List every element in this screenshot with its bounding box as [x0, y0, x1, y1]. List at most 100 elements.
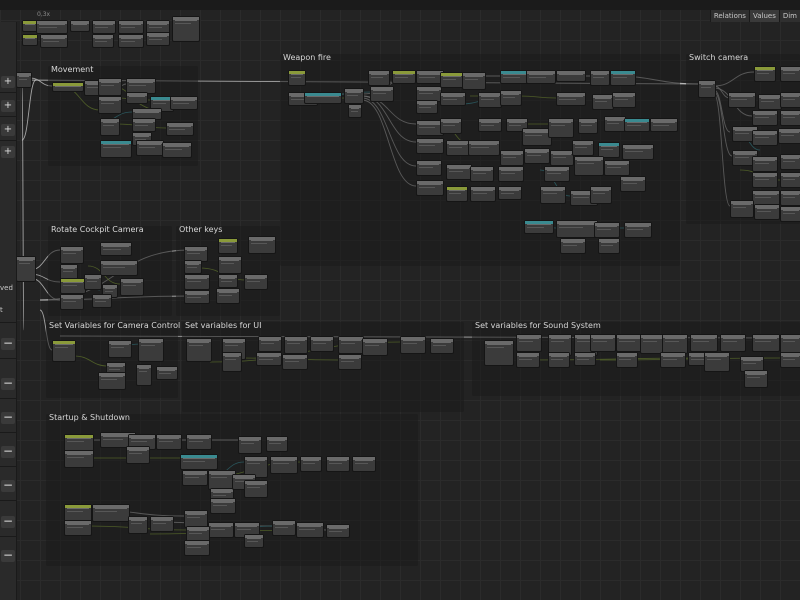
graph-node[interactable] — [624, 118, 650, 132]
graph-node[interactable] — [548, 352, 570, 368]
graph-node[interactable] — [92, 34, 114, 48]
graph-node[interactable] — [780, 352, 800, 368]
graph-node[interactable] — [698, 80, 716, 98]
graph-node[interactable] — [362, 338, 388, 356]
graph-node[interactable] — [446, 140, 470, 156]
graph-node[interactable] — [780, 110, 800, 126]
graph-node[interactable] — [126, 446, 150, 464]
graph-node[interactable] — [186, 338, 212, 362]
graph-node[interactable] — [120, 278, 144, 296]
add-button[interactable]: + — [1, 124, 15, 136]
graph-node[interactable] — [128, 516, 148, 534]
graph-node[interactable] — [624, 222, 652, 238]
graph-node[interactable] — [238, 436, 262, 454]
graph-node[interactable] — [60, 278, 86, 294]
graph-node[interactable] — [556, 220, 598, 238]
graph-node[interactable] — [478, 92, 502, 108]
graph-node[interactable] — [184, 290, 210, 304]
graph-node[interactable] — [338, 354, 362, 370]
graph-node[interactable] — [590, 186, 612, 204]
graph-node[interactable] — [754, 204, 780, 220]
graph-node[interactable] — [100, 140, 132, 158]
graph-node[interactable] — [560, 238, 586, 254]
graph-node[interactable] — [780, 190, 800, 206]
graph-node[interactable] — [256, 352, 282, 366]
graph-node[interactable] — [622, 144, 654, 160]
graph-node[interactable] — [594, 222, 620, 238]
graph-node[interactable] — [156, 366, 178, 380]
graph-node[interactable] — [440, 118, 462, 134]
graph-node[interactable] — [728, 92, 756, 108]
graph-node[interactable] — [16, 72, 32, 88]
graph-node[interactable] — [780, 66, 800, 82]
graph-node[interactable] — [92, 20, 116, 34]
graph-node[interactable] — [266, 436, 288, 452]
graph-node[interactable] — [210, 498, 236, 514]
graph-node[interactable] — [216, 288, 240, 304]
graph-node[interactable] — [440, 72, 464, 88]
graph-node[interactable] — [540, 186, 566, 204]
graph-node[interactable] — [470, 186, 496, 202]
tab-relations[interactable]: Relations — [709, 10, 749, 22]
graph-node[interactable] — [172, 16, 200, 42]
graph-node[interactable] — [556, 70, 586, 82]
graph-node[interactable] — [36, 20, 68, 34]
graph-node[interactable] — [208, 522, 234, 538]
graph-node[interactable] — [64, 520, 92, 536]
graph-node[interactable] — [392, 70, 416, 84]
graph-node[interactable] — [470, 166, 494, 182]
graph-node[interactable] — [258, 336, 282, 352]
graph-node[interactable] — [244, 480, 268, 498]
graph-node[interactable] — [780, 92, 800, 108]
graph-node[interactable] — [604, 160, 630, 176]
graph-node[interactable] — [446, 186, 468, 202]
graph-node[interactable] — [296, 522, 324, 538]
graph-node[interactable] — [778, 128, 800, 144]
graph-node[interactable] — [498, 166, 524, 182]
graph-node[interactable] — [100, 260, 138, 276]
graph-node[interactable] — [370, 86, 394, 102]
graph-node[interactable] — [590, 70, 610, 86]
graph-node[interactable] — [352, 456, 376, 472]
remove-button[interactable]: − — [1, 515, 15, 528]
graph-node[interactable] — [416, 180, 444, 196]
graph-node[interactable] — [780, 172, 800, 188]
graph-node[interactable] — [516, 334, 542, 352]
graph-node[interactable] — [446, 164, 472, 180]
graph-node[interactable] — [758, 94, 782, 110]
graph-node[interactable] — [604, 116, 626, 132]
graph-node[interactable] — [752, 172, 778, 188]
graph-node[interactable] — [440, 92, 466, 106]
graph-node[interactable] — [84, 274, 102, 290]
graph-node[interactable] — [98, 78, 122, 96]
graph-node[interactable] — [416, 100, 438, 114]
graph-node[interactable] — [70, 20, 90, 32]
graph-node[interactable] — [578, 118, 598, 134]
add-button[interactable]: + — [1, 76, 15, 88]
remove-button[interactable]: − — [1, 549, 15, 562]
graph-node[interactable] — [118, 20, 144, 34]
graph-node[interactable] — [704, 352, 730, 372]
graph-node[interactable] — [326, 456, 350, 472]
graph-node[interactable] — [288, 70, 306, 86]
graph-node[interactable] — [170, 96, 198, 110]
graph-node[interactable] — [60, 246, 84, 264]
graph-node[interactable] — [282, 354, 308, 370]
graph-node[interactable] — [218, 274, 238, 288]
graph-node[interactable] — [126, 92, 148, 104]
graph-node[interactable] — [548, 118, 574, 138]
graph-node[interactable] — [310, 336, 334, 352]
graph-node[interactable] — [222, 352, 242, 372]
graph-node[interactable] — [690, 334, 718, 352]
graph-node[interactable] — [660, 352, 686, 368]
graph-node[interactable] — [478, 118, 502, 132]
graph-node[interactable] — [500, 150, 524, 166]
graph-node[interactable] — [620, 176, 646, 192]
remove-button[interactable]: − — [1, 411, 15, 424]
graph-node[interactable] — [524, 148, 550, 164]
add-button[interactable]: + — [1, 146, 15, 158]
graph-node[interactable] — [752, 156, 778, 172]
graph-node[interactable] — [184, 540, 210, 556]
graph-node[interactable] — [662, 334, 688, 354]
graph-node[interactable] — [610, 70, 636, 86]
